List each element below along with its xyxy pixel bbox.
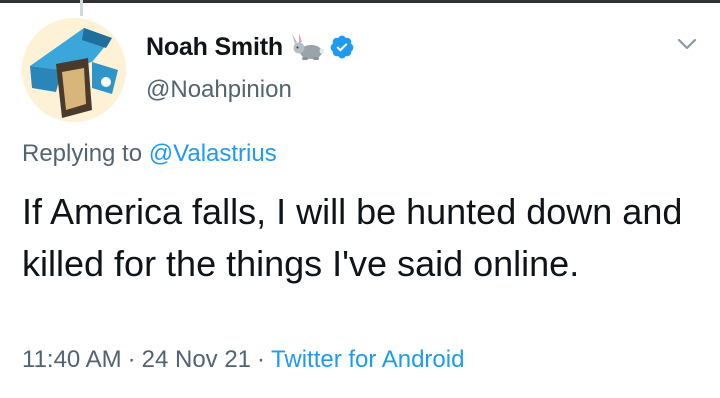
chevron-down-icon[interactable] — [676, 36, 698, 52]
meta-separator: · — [127, 346, 136, 373]
tweet-text: If America falls, I will be hunted down … — [22, 191, 683, 284]
tweet-metadata: 11:40 AM · 24 Nov 21 · Twitter for Android — [22, 346, 464, 374]
tweet-time[interactable]: 11:40 AM — [22, 346, 122, 373]
thread-connector-line — [80, 0, 83, 16]
avatar-image — [22, 18, 126, 122]
display-name[interactable]: Noah Smith — [146, 33, 283, 62]
rabbit-icon — [291, 33, 325, 60]
name-row: Noah Smith — [146, 30, 355, 64]
replying-to: Replying to @Valastrius — [22, 140, 277, 168]
tweet-source-link[interactable]: Twitter for Android — [271, 346, 464, 373]
user-handle[interactable]: @Noahpinion — [146, 76, 355, 104]
verified-badge-icon — [330, 35, 354, 59]
tweet-date[interactable]: 24 Nov 21 — [142, 346, 251, 373]
replying-to-label: Replying to — [22, 140, 149, 167]
tweet-header: Noah Smith @Noahpinion — [146, 30, 355, 104]
tweet-card: Noah Smith @Noahpinion Replying to @Vala… — [0, 0, 720, 398]
top-divider — [0, 0, 720, 3]
meta-separator: · — [257, 346, 266, 373]
avatar[interactable] — [22, 18, 126, 122]
replying-to-mention-link[interactable]: @Valastrius — [149, 140, 277, 167]
